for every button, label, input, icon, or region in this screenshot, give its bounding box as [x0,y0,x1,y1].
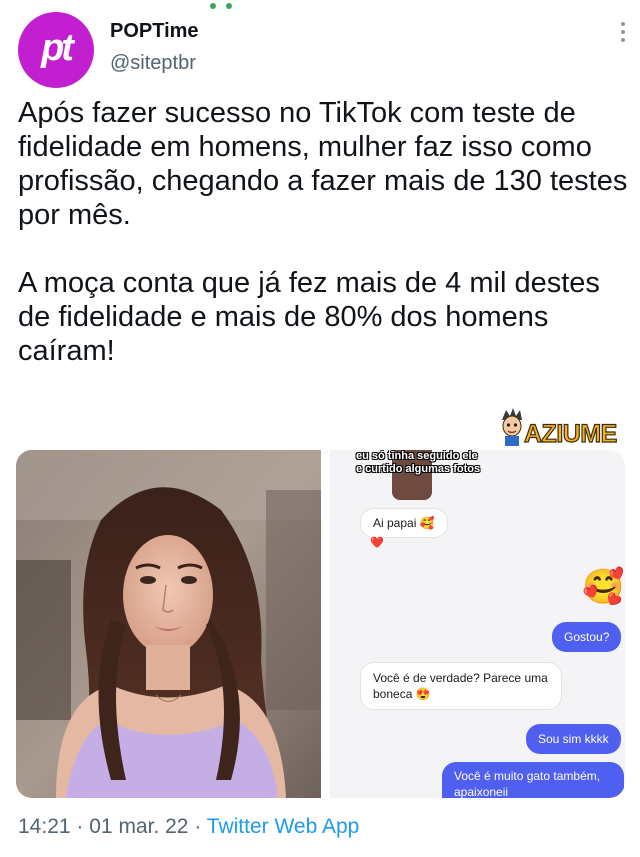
smiling-hearts-emoji-icon: 🥰 [582,568,625,606]
caption-line: eu só tinha seguido ele [356,450,478,462]
message-sent[interactable]: Sou sim kkkk [526,724,621,754]
message-sent[interactable]: Gostou? [552,622,622,652]
message-text: Gostou? [564,630,610,644]
tweet-time: 14:21 [18,815,71,838]
avatar[interactable]: pt [18,12,94,88]
heart-reaction-icon: ❤️ [370,537,384,549]
caption-line: e curtido algumas fotos [356,463,481,475]
message-text: Você é de verdade? Parece uma boneca 😍 [373,671,548,701]
tweet-date: 01 mar. 22 [89,815,189,838]
tweet-timestamp[interactable]: 14:21 · 01 mar. 22 · Twitter Web App [18,815,359,839]
status-indicator [210,0,270,9]
display-name[interactable]: POPTime [110,20,199,43]
message-received[interactable]: Você é de verdade? Parece uma boneca 😍 [360,662,562,710]
more-options-icon[interactable] [620,22,626,46]
separator: · [194,815,202,838]
avatar-logo-text: pt [41,26,74,69]
woman-selfie-photo[interactable] [16,450,321,798]
aziume-watermark: AZIUME [492,404,637,450]
tweet-media[interactable]: eu só tinha seguido ele e curtido alguma… [16,450,625,798]
chat-screenshot[interactable]: eu só tinha seguido ele e curtido alguma… [330,450,625,798]
cartoon-face-icon [502,408,522,446]
message-text: Você é muito gato também, apaixoneii [454,769,601,798]
watermark-text: AZIUME [523,419,618,448]
tweet-source-link[interactable]: Twitter Web App [207,815,360,838]
message-sent[interactable]: Você é muito gato também, apaixoneii [442,762,624,798]
user-handle[interactable]: @siteptbr [110,52,196,75]
tweet-text: Após fazer sucesso no TikTok com teste d… [18,96,633,368]
tweet-paragraph: A moça conta que já fez mais de 4 mil de… [18,267,600,367]
chat-caption: eu só tinha seguido ele e curtido alguma… [356,450,480,476]
message-received[interactable]: Ai papai 🥰 [360,508,448,538]
message-text: Sou sim kkkk [538,732,609,746]
tweet-paragraph: Após fazer sucesso no TikTok com teste d… [18,97,628,231]
message-text: Ai papai 🥰 [373,516,435,530]
separator: · [76,815,84,838]
